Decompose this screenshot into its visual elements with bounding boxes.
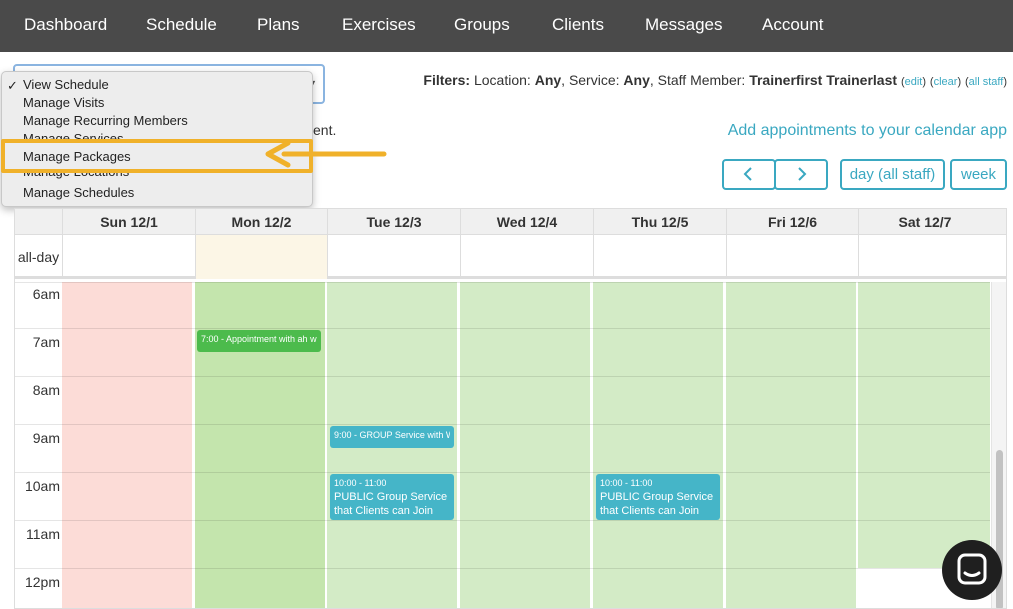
allday-cell[interactable] [62, 235, 195, 279]
allday-cell[interactable] [726, 235, 858, 279]
filter-service-label: Service: [568, 72, 620, 88]
event-title: PUBLIC Group Service that Clients can Jo… [334, 491, 448, 517]
day-header-sun: Sun 12/1 [62, 209, 195, 235]
next-button[interactable] [774, 159, 828, 190]
time-label-8am: 8am [32, 382, 60, 398]
top-nav: Dashboard Schedule Plans Exercises Group… [0, 0, 1013, 52]
chevron-left-icon [743, 167, 752, 181]
hour-line [15, 472, 990, 473]
event-public-group-service-tue[interactable]: 10:00 - 11:00 PUBLIC Group Service that … [330, 474, 454, 520]
hour-line [15, 568, 990, 569]
event-time: 10:00 - 11:00 [334, 478, 387, 488]
allday-cell[interactable] [460, 235, 593, 279]
day-column-fri[interactable] [726, 282, 856, 608]
event-text: 7:00 - Appointment with ah wh [201, 334, 317, 344]
time-label-9am: 9am [32, 430, 60, 446]
hour-line [15, 424, 990, 425]
nav-plans[interactable]: Plans [257, 15, 300, 35]
hour-line [15, 376, 990, 377]
day-header-tue: Tue 12/3 [327, 209, 460, 235]
allday-cell[interactable] [593, 235, 726, 279]
nav-messages[interactable]: Messages [645, 15, 722, 35]
day-header-mon: Mon 12/2 [195, 209, 327, 235]
edit-filter-link[interactable]: edit [905, 76, 923, 88]
chevron-right-icon [798, 167, 807, 181]
week-button[interactable]: week [950, 159, 1007, 190]
event-title: PUBLIC Group Service that Clients can Jo… [600, 491, 714, 517]
chat-icon [957, 553, 987, 585]
add-to-calendar-link[interactable]: Add appointments to your calendar app [728, 122, 1007, 140]
day-column-thu[interactable] [593, 282, 723, 608]
nav-schedule[interactable]: Schedule [146, 15, 217, 35]
calendar-body: 6am 7am 8am 9am 10am 11am 12pm 7:00 - Ap… [15, 282, 1006, 608]
filter-staff-label: Staff Member: [657, 72, 746, 88]
week-calendar: Sun 12/1 Mon 12/2 Tue 12/3 Wed 12/4 Thu … [14, 208, 1007, 609]
day-header-thu: Thu 12/5 [593, 209, 726, 235]
clear-filter-link[interactable]: clear [934, 76, 958, 88]
filter-location-label: Location: [473, 72, 531, 88]
day-header-fri: Fri 12/6 [726, 209, 858, 235]
event-text: 9:00 - GROUP Service with Wo [334, 430, 450, 440]
time-label-10am: 10am [24, 478, 60, 494]
nav-groups[interactable]: Groups [454, 15, 510, 35]
nav-account[interactable]: Account [762, 15, 823, 35]
filters-label: Filters: [423, 72, 471, 88]
menu-item-manage-recurring-members[interactable]: Manage Recurring Members [23, 112, 188, 130]
calendar-header: Sun 12/1 Mon 12/2 Tue 12/3 Wed 12/4 Thu … [15, 209, 1006, 235]
event-appointment[interactable]: 7:00 - Appointment with ah wh [197, 330, 321, 352]
nav-clients[interactable]: Clients [552, 15, 604, 35]
pointer-arrow-icon [265, 140, 387, 168]
allday-row: all-day [15, 235, 1006, 279]
all-staff-link[interactable]: all staff [969, 76, 1004, 88]
allday-cell[interactable] [858, 235, 991, 279]
menu-item-view-schedule[interactable]: View Schedule [23, 76, 109, 94]
menu-item-manage-schedules[interactable]: Manage Schedules [23, 184, 134, 202]
event-time: 10:00 - 11:00 [600, 478, 653, 488]
day-column-sun[interactable] [62, 282, 192, 608]
nav-exercises[interactable]: Exercises [342, 15, 416, 35]
filter-service-value: Any [623, 72, 650, 88]
allday-cell-today[interactable] [195, 235, 327, 279]
chat-launcher-button[interactable] [942, 540, 1002, 600]
description-text: ent. [313, 122, 337, 138]
day-all-staff-button[interactable]: day (all staff) [840, 159, 945, 190]
checkmark-icon: ✓ [7, 78, 18, 93]
time-label-7am: 7am [32, 334, 60, 350]
allday-label: all-day [17, 249, 60, 265]
filter-staff-value: Trainerfirst Trainerlast [749, 72, 898, 88]
nav-dashboard[interactable]: Dashboard [24, 15, 107, 35]
event-public-group-service-thu[interactable]: 10:00 - 11:00 PUBLIC Group Service that … [596, 474, 720, 520]
prev-button[interactable] [722, 159, 776, 190]
day-column-wed[interactable] [460, 282, 590, 608]
allday-cell[interactable] [327, 235, 460, 279]
filters-bar: Filters: Location: Any, Service: Any, St… [423, 72, 1007, 88]
menu-item-manage-visits[interactable]: Manage Visits [23, 94, 104, 112]
hour-line [15, 328, 990, 329]
time-label-6am: 6am [32, 286, 60, 302]
hour-line [15, 520, 990, 521]
day-header-wed: Wed 12/4 [460, 209, 593, 235]
time-label-11am: 11am [26, 526, 60, 542]
time-label-12pm: 12pm [24, 574, 60, 590]
hour-line [15, 282, 990, 283]
day-header-sat: Sat 12/7 [858, 209, 991, 235]
event-group-service[interactable]: 9:00 - GROUP Service with Wo [330, 426, 454, 448]
filter-location-value: Any [534, 72, 562, 88]
day-column-sat[interactable] [858, 282, 990, 568]
